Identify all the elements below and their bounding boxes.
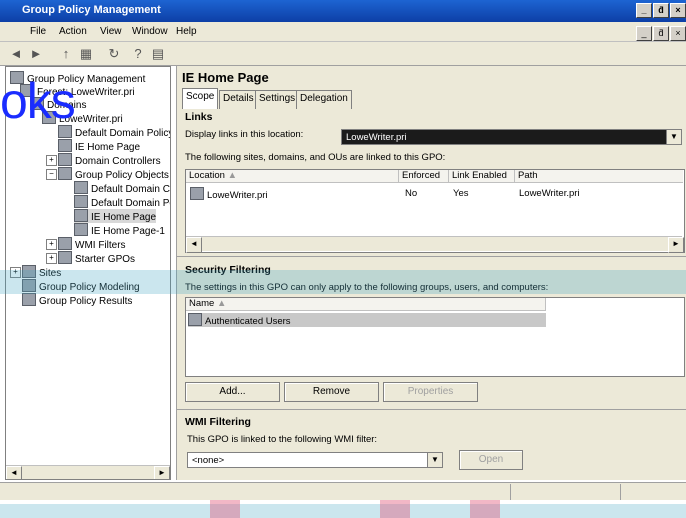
links-heading: Links — [185, 111, 213, 123]
menu-file[interactable]: File — [30, 26, 46, 37]
help-icon[interactable]: ? — [130, 46, 146, 62]
show-hide-icon[interactable]: ▦ — [78, 46, 94, 62]
child-close-button[interactable]: × — [670, 26, 686, 41]
properties-button[interactable]: Properties — [383, 382, 478, 402]
sort-arrow-icon: ▲ — [216, 298, 227, 309]
child-maximize-button[interactable]: ƌ — [653, 26, 669, 41]
links-scroll-right[interactable]: ► — [668, 237, 684, 253]
gpo-icon — [74, 195, 88, 208]
menu-action[interactable]: Action — [59, 26, 87, 37]
links-info: The following sites, domains, and OUs ar… — [185, 152, 446, 163]
add-button[interactable]: Add... — [185, 382, 280, 402]
gpo-link-icon — [58, 139, 72, 152]
link-row-enabled: Yes — [453, 188, 469, 199]
col-path[interactable]: Path — [515, 170, 683, 183]
title-bar: Group Policy Management _ ƌ × — [0, 0, 686, 22]
menu-bar: File Action View Window Help _ ƌ × — [0, 22, 686, 42]
close-button[interactable]: × — [670, 3, 686, 18]
tree-item-domain-controllers[interactable]: Domain Controllers — [58, 153, 161, 167]
folder-icon — [58, 237, 72, 250]
expand-wmi-filters[interactable]: + — [46, 239, 57, 250]
decorative-mark — [210, 500, 240, 518]
tree-item-default-domain-co[interactable]: Default Domain Co — [74, 181, 170, 195]
col-name[interactable]: Name ▲ — [186, 298, 546, 311]
window-title: Group Policy Management — [22, 4, 161, 16]
tab-settings[interactable]: Settings — [255, 90, 300, 109]
tree-item-wmi-filters[interactable]: WMI Filters — [58, 237, 126, 251]
minimize-button[interactable]: _ — [636, 3, 652, 18]
scroll-right-button[interactable]: ► — [154, 466, 170, 479]
menu-help[interactable]: Help — [176, 26, 197, 37]
menu-window[interactable]: Window — [132, 26, 168, 37]
remove-button[interactable]: Remove — [284, 382, 379, 402]
tree-item-ie-home-page-selected[interactable]: IE Home Page — [74, 209, 157, 223]
link-row-location[interactable]: LoweWriter.pri — [190, 187, 268, 201]
status-divider — [510, 484, 511, 500]
status-bar — [0, 482, 686, 500]
display-links-label: Display links in this location: — [185, 129, 304, 140]
links-horizontal-scrollbar[interactable]: ◄ ► — [186, 236, 684, 253]
menu-view[interactable]: View — [100, 26, 122, 37]
decorative-mark — [470, 500, 500, 518]
wmi-info: This GPO is linked to the following WMI … — [187, 434, 378, 445]
up-icon[interactable]: ↑ — [58, 46, 74, 62]
status-divider — [620, 484, 621, 500]
links-scroll-left[interactable]: ◄ — [186, 237, 202, 253]
tree-item-gpo-container[interactable]: Group Policy Objects — [58, 167, 169, 181]
tree-item-default-domain-po[interactable]: Default Domain Po — [74, 195, 170, 209]
security-row[interactable]: Authenticated Users — [188, 313, 546, 327]
gpo-icon — [74, 181, 88, 194]
domain-icon — [190, 187, 204, 200]
tree-item-ie-home-page-1[interactable]: IE Home Page-1 — [74, 223, 165, 237]
maximize-button[interactable]: ƌ — [653, 3, 669, 18]
tab-details[interactable]: Details — [219, 90, 258, 109]
toolbar: ◄ ► ↑ ▦ ↻ ? ▤ — [0, 42, 686, 66]
decorative-band — [0, 270, 686, 294]
collapse-gpo[interactable]: − — [46, 169, 57, 180]
page-title: IE Home Page — [182, 70, 269, 85]
sort-arrow-icon: ▲ — [227, 170, 237, 181]
console-icon[interactable]: ▤ — [150, 46, 166, 62]
wmi-filtering-heading: WMI Filtering — [185, 416, 251, 428]
tab-delegation[interactable]: Delegation — [296, 90, 352, 109]
users-group-icon — [188, 313, 202, 326]
decorative-mark — [380, 500, 410, 518]
scroll-left-button[interactable]: ◄ — [6, 466, 22, 479]
tab-scope[interactable]: Scope — [182, 88, 219, 109]
col-location[interactable]: Location ▲ — [186, 170, 399, 183]
tree-item-gp-results[interactable]: Group Policy Results — [22, 293, 132, 307]
gpo-icon — [74, 223, 88, 236]
folder-icon — [58, 167, 72, 180]
divider — [177, 256, 686, 257]
tree-item-starter-gpos[interactable]: Starter GPOs — [58, 251, 135, 265]
col-enforced[interactable]: Enforced — [399, 170, 449, 183]
chevron-down-icon[interactable]: ▼ — [666, 130, 681, 144]
watermark-text: oks — [0, 73, 76, 129]
refresh-icon[interactable]: ↻ — [106, 46, 122, 62]
decorative-band — [0, 504, 686, 518]
forward-icon[interactable]: ► — [28, 46, 44, 62]
ou-icon — [58, 153, 72, 166]
divider — [177, 409, 686, 410]
expand-starter-gpos[interactable]: + — [46, 253, 57, 264]
child-minimize-button[interactable]: _ — [636, 26, 652, 41]
link-row-path: LoweWriter.pri — [519, 188, 580, 199]
chevron-down-icon[interactable]: ▼ — [427, 453, 442, 467]
folder-icon — [58, 251, 72, 264]
col-link-enabled[interactable]: Link Enabled — [449, 170, 515, 183]
link-row-enforced: No — [405, 188, 418, 199]
gpo-icon — [74, 209, 88, 222]
display-links-select[interactable]: LoweWriter.pri ▼ — [341, 129, 682, 145]
expand-domain-controllers[interactable]: + — [46, 155, 57, 166]
tree-item-ie-home-page-link[interactable]: IE Home Page — [58, 139, 140, 153]
links-list: Location ▲ Enforced Link Enabled Path Lo… — [185, 169, 685, 253]
tree-horizontal-scrollbar[interactable]: ◄ ► — [6, 465, 170, 479]
open-button[interactable]: Open — [459, 450, 523, 470]
back-icon[interactable]: ◄ — [8, 46, 24, 62]
tree-item-default-domain-policy[interactable]: Default Domain Policy — [58, 125, 170, 139]
security-list: Name ▲ Authenticated Users — [185, 297, 685, 377]
wmi-filter-select[interactable]: <none> ▼ — [187, 452, 443, 468]
results-icon — [22, 293, 36, 306]
